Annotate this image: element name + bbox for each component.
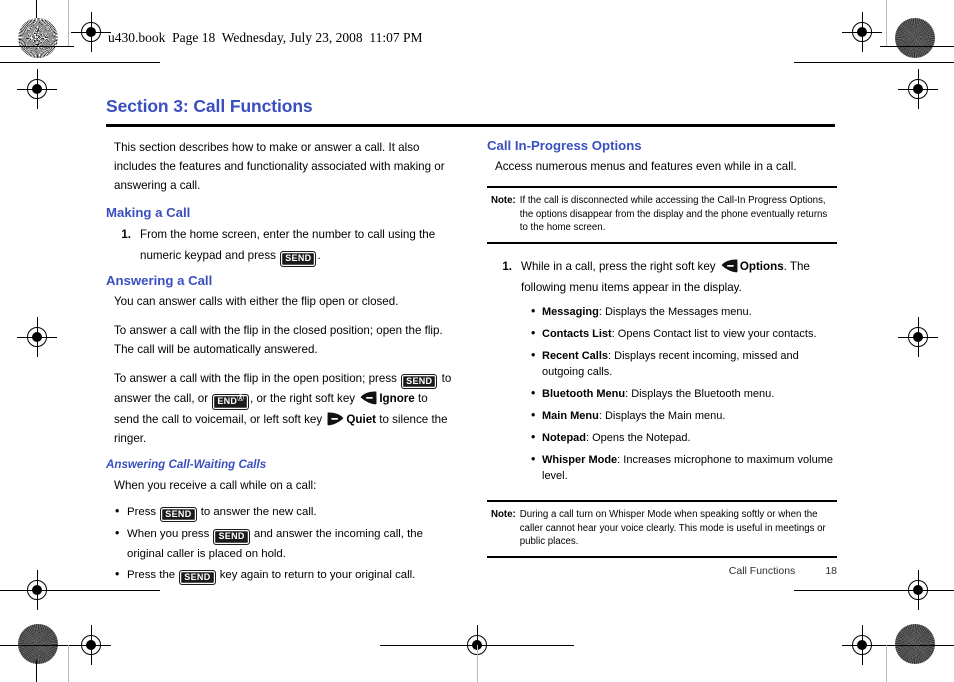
- heading-answering-a-call: Answering a Call: [106, 272, 213, 288]
- note-text: If the call is disconnected while access…: [519, 195, 828, 234]
- menu-item-name: Contacts List: [542, 328, 612, 340]
- print-header-text: u430.book Page 18 Wednesday, July 23, 20…: [108, 30, 423, 45]
- call-in-progress-intro: Access numerous menus and features even …: [495, 160, 797, 173]
- document-page: u430.book Page 18 Wednesday, July 23, 20…: [0, 0, 954, 682]
- end-key-label: END: [217, 396, 238, 406]
- list-item: Press SEND to answer the new call.: [114, 502, 456, 522]
- intro-paragraph: This section describes how to make or an…: [114, 141, 445, 192]
- list-item: Contacts List: Opens Contact list to vie…: [529, 325, 837, 342]
- list-item: Whisper Mode: Increases microphone to ma…: [529, 451, 837, 484]
- step-call-in-progress: 1. While in a call, press the right soft…: [487, 256, 837, 298]
- note-label: Note:: [491, 195, 516, 207]
- bullet-text-before: Press the: [127, 568, 176, 581]
- menu-item-desc: : Opens the Notepad.: [586, 432, 691, 444]
- right-soft-key-icon: [721, 259, 738, 273]
- step-text-before: While in a call, press the right soft ke…: [521, 260, 716, 273]
- quiet-label: Quiet: [346, 412, 377, 426]
- note-box-top: Note: If the call is disconnected while …: [487, 186, 837, 244]
- call-waiting-bullet-list: Press SEND to answer the new call. When …: [106, 502, 456, 585]
- right-column: Call In-Progress Options Access numerous…: [487, 138, 837, 570]
- send-key-icon: SEND: [401, 373, 438, 389]
- step-making-a-call: 1. From the home screen, enter the numbe…: [106, 224, 456, 267]
- list-item: Bluetooth Menu: Displays the Bluetooth m…: [529, 385, 837, 402]
- bullet-text-after: to answer the new call.: [200, 505, 317, 518]
- answering-paragraph-2: To answer a call with the flip in the cl…: [114, 323, 443, 356]
- call-waiting-lead: When you receive a call while on a call:: [114, 478, 317, 492]
- menu-item-desc: : Displays the Bluetooth menu.: [625, 388, 775, 400]
- note-divider-bottom: [487, 555, 837, 558]
- left-column: This section describes how to make or an…: [106, 138, 456, 588]
- ignore-label: Ignore: [379, 392, 415, 405]
- menu-item-name: Recent Calls: [542, 350, 609, 362]
- send-key-icon: SEND: [160, 506, 197, 522]
- menu-item-name: Messaging: [542, 306, 599, 318]
- step-text: From the home screen, enter the number t…: [140, 224, 456, 267]
- options-label: Options: [739, 260, 784, 273]
- list-item: Messaging: Displays the Messages menu.: [529, 303, 837, 320]
- left-soft-key-icon: [327, 412, 344, 426]
- subheading-call-waiting: Answering Call-Waiting Calls: [106, 457, 267, 471]
- send-key-icon: SEND: [280, 251, 317, 267]
- step-number: 1.: [121, 228, 131, 241]
- note-text: During a call turn on Whisper Mode when …: [519, 509, 826, 548]
- list-item: Notepad: Opens the Notepad.: [529, 429, 837, 446]
- menu-item-desc: : Displays the Main menu.: [598, 410, 726, 422]
- bullet-text-after: key again to return to your original cal…: [219, 568, 416, 581]
- send-key-icon: SEND: [213, 529, 250, 545]
- footer-section-name: Call Functions: [728, 565, 796, 577]
- footer-page-number: 18: [825, 565, 837, 577]
- note-divider-bottom: [487, 241, 837, 244]
- list-item: Recent Calls: Displays recent incoming, …: [529, 347, 837, 380]
- bullet-text-before: Press: [127, 505, 157, 518]
- menu-item-desc: : Displays the Messages menu.: [598, 306, 752, 318]
- list-item: Main Menu: Displays the Main menu.: [529, 407, 837, 424]
- page-title: Section 3: Call Functions: [106, 96, 313, 116]
- answering-text-c: , or the right soft key: [250, 392, 356, 405]
- note-label: Note:: [491, 509, 516, 521]
- right-soft-key-icon: [360, 391, 377, 405]
- power-symbol-icon: Ⓐ: [237, 395, 245, 402]
- heading-making-a-call: Making a Call: [106, 205, 191, 220]
- answering-text-a: To answer a call with the flip in the op…: [114, 371, 397, 385]
- answering-paragraph-3: To answer a call with the flip in the op…: [106, 369, 456, 448]
- answering-paragraph-1: You can answer calls with either the fli…: [114, 294, 399, 308]
- list-item: When you press SEND and answer the incom…: [114, 524, 456, 563]
- step-text-after: .: [317, 249, 321, 262]
- page-footer: Call Functions 18: [487, 565, 837, 577]
- menu-item-name: Bluetooth Menu: [542, 388, 626, 400]
- menu-item-name: Whisper Mode: [542, 454, 618, 466]
- list-item: Press the SEND key again to return to yo…: [114, 565, 456, 585]
- end-key-icon: ENDⒶ: [212, 394, 250, 410]
- menu-items-list: Messaging: Displays the Messages menu. C…: [487, 303, 837, 484]
- send-key-icon: SEND: [179, 569, 216, 585]
- menu-item-name: Notepad: [542, 432, 586, 444]
- note-box-bottom: Note: During a call turn on Whisper Mode…: [487, 500, 837, 558]
- heading-call-in-progress-options: Call In-Progress Options: [487, 138, 642, 153]
- bullet-text-before: When you press: [127, 528, 210, 540]
- menu-item-desc: : Opens Contact list to view your contac…: [611, 328, 817, 340]
- step-number: 1.: [502, 260, 512, 273]
- menu-item-name: Main Menu: [542, 410, 599, 422]
- title-divider: [106, 124, 835, 127]
- step-text: While in a call, press the right soft ke…: [521, 256, 837, 298]
